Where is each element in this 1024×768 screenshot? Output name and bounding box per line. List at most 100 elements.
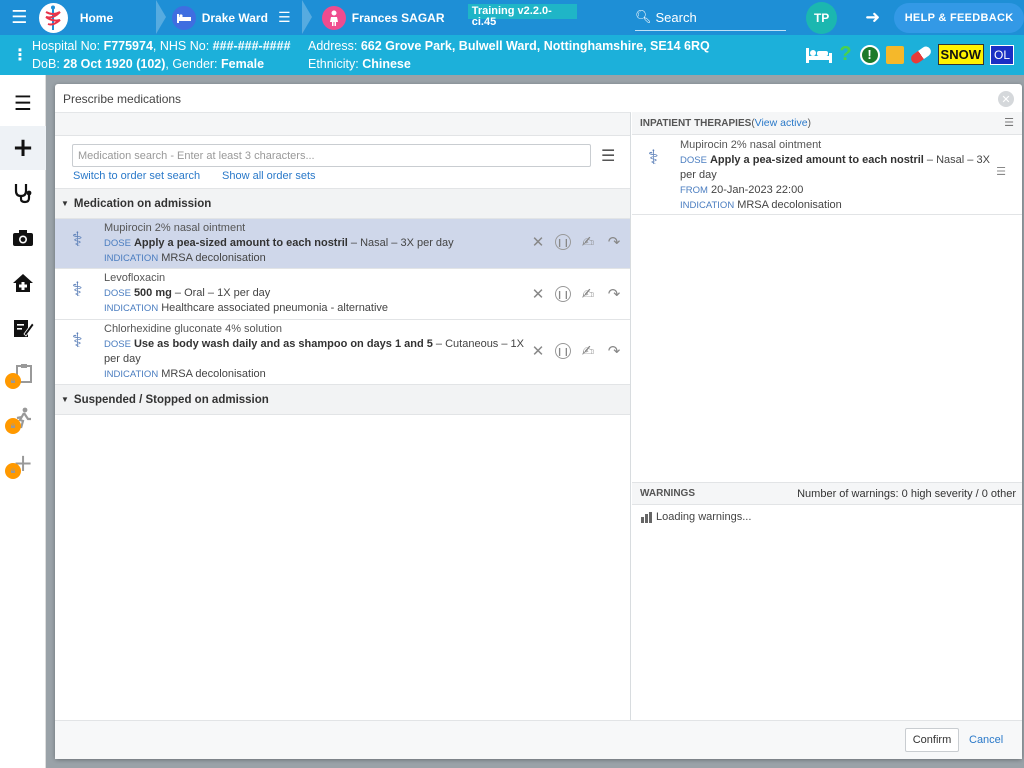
patient-banner: ⋮ Hospital No: F775974, NHS No: ###-###-… [0, 35, 1024, 75]
continue-arrow-icon[interactable]: ↷ [605, 285, 623, 303]
cancel-button[interactable]: Cancel [969, 734, 1003, 746]
suspend-icon[interactable]: ❙❙ [555, 234, 571, 250]
view-active-link[interactable]: View active [755, 117, 808, 129]
section-suspended-stopped[interactable]: ▼ Suspended / Stopped on admission [55, 385, 630, 415]
close-icon[interactable]: ✕ [998, 91, 1014, 107]
modal-footer: Confirm Cancel [55, 720, 1022, 759]
ward-menu-icon[interactable]: ☰ [278, 10, 291, 26]
female-patient-icon [321, 5, 346, 30]
medication-search-area: Medication search - Enter at least 3 cha… [55, 136, 630, 189]
indication-line: INDICATION Healthcare associated pneumoni… [104, 301, 630, 316]
continue-arrow-icon[interactable]: ↷ [605, 342, 623, 360]
therapy-item[interactable]: ⚕ Mupirocin 2% nasal ointment DOSE Apply … [632, 135, 1022, 215]
lock-icon: 🔒︎ [5, 373, 21, 389]
dob: 28 Oct 1920 (102) [63, 57, 166, 71]
list-icon[interactable]: ☰ [0, 81, 46, 125]
edit-prescribe-icon[interactable]: ✍ [579, 342, 597, 360]
medication-row[interactable]: ⚕ Mupirocin 2% nasal ointment DOSE Apply … [55, 219, 630, 269]
caduceus-logo-icon [45, 5, 61, 30]
medication-search-input[interactable]: Medication search - Enter at least 3 cha… [72, 144, 591, 167]
ethnicity-label: Ethnicity: [308, 57, 363, 71]
stethoscope-icon[interactable] [0, 171, 46, 215]
walking-locked-icon: 🔒︎ [0, 396, 46, 440]
medication-row[interactable]: ⚕ Chlorhexidine gluconate 4% solution DO… [55, 320, 630, 385]
remove-icon[interactable]: ✕ [529, 342, 547, 360]
dose-line: DOSE 500 mg – Oral – 1X per day [104, 286, 524, 301]
banner-demographics: DoB: 28 Oct 1920 (102), Gender: Female [32, 57, 264, 71]
dob-label: DoB: [32, 57, 64, 71]
dose-text: Apply a pea-sized amount to each nostril [709, 154, 924, 166]
route-text: – Oral – 1X per day [171, 287, 271, 299]
remove-icon[interactable]: ✕ [529, 285, 547, 303]
add-icon[interactable]: + [0, 126, 46, 170]
bed-icon [171, 5, 196, 30]
inpatient-therapies-pane: INPATIENT THERAPIES ( View active ) ☰ ⚕ … [632, 112, 1022, 720]
search-options-icon[interactable]: ☰ [601, 146, 615, 165]
medication-icon: ⚕ [72, 328, 83, 352]
help-feedback-button[interactable]: HELP & FEEDBACK [894, 2, 1024, 33]
lock-icon: 🔒︎ [5, 463, 21, 479]
prescribe-medications-modal: Prescribe medications ✕ Medication searc… [55, 84, 1022, 759]
breadcrumb-home[interactable]: Home [68, 0, 166, 35]
user-avatar[interactable]: TP [806, 1, 838, 34]
question-icon[interactable]: ? [838, 43, 854, 66]
switch-order-set-link[interactable]: Switch to order set search [73, 170, 200, 182]
loading-text: Loading warnings... [656, 511, 752, 523]
banner-ethnicity: Ethnicity: Chinese [308, 57, 411, 71]
home-health-icon[interactable] [0, 261, 46, 305]
lock-icon: 🔒︎ [5, 418, 21, 434]
from-text: 20-Jan-2023 22:00 [710, 184, 804, 196]
main-menu-icon[interactable]: ☰ [0, 0, 39, 35]
suspend-icon[interactable]: ❙❙ [555, 343, 571, 359]
caret-down-icon: ▼ [61, 199, 69, 208]
address-label: Address: [308, 39, 361, 53]
camera-icon[interactable] [0, 216, 46, 260]
dose-tag: DOSE [104, 238, 131, 249]
edit-document-icon[interactable] [0, 306, 46, 350]
logout-icon[interactable]: ➜ [865, 7, 880, 28]
suspend-icon[interactable]: ❙❙ [555, 286, 571, 302]
hospital-no-label: Hospital No: [32, 39, 104, 53]
edit-prescribe-icon[interactable]: ✍ [579, 233, 597, 251]
breadcrumb-ward[interactable]: Drake Ward ☰ [166, 0, 312, 35]
medication-icon: ⚕ [72, 277, 83, 301]
caret-down-icon: ▼ [61, 395, 69, 404]
continue-arrow-icon[interactable]: ↷ [605, 233, 623, 251]
therapy-indication-line: INDICATION MRSA decolonisation [680, 198, 992, 213]
inpatient-therapies-header: INPATIENT THERAPIES ( View active ) ☰ [632, 112, 1022, 135]
medication-list-pane: Medication search - Enter at least 3 cha… [55, 112, 631, 720]
confirm-button[interactable]: Confirm [905, 728, 959, 752]
dose-text: Apply a pea-sized amount to each nostril [133, 237, 348, 249]
remove-icon[interactable]: ✕ [529, 233, 547, 251]
banner-menu-icon[interactable]: ⋮ [12, 45, 28, 64]
therapies-menu-icon[interactable]: ☰ [1004, 116, 1014, 129]
row-actions: ✕ ❙❙ ✍ ↷ [529, 285, 623, 303]
indication-tag: INDICATION [104, 253, 159, 264]
ol-badge[interactable]: OL [989, 44, 1014, 65]
alert-icon[interactable]: ! [859, 44, 880, 65]
modal-title: Prescribe medications [63, 92, 182, 106]
address: 662 Grove Park, Bulwell Ward, Nottingham… [360, 39, 710, 53]
edit-prescribe-icon[interactable]: ✍ [579, 285, 597, 303]
medication-icon: ⚕ [72, 227, 83, 251]
training-badge: Training v2.2.0-ci.45 [467, 4, 577, 28]
medication-row[interactable]: ⚕ Levofloxacin DOSE 500 mg – Oral – 1X pe… [55, 269, 630, 320]
section-medication-on-admission[interactable]: ▼ Medication on admission [55, 189, 630, 219]
inpatient-title: INPATIENT THERAPIES [640, 117, 752, 129]
breadcrumb-patient[interactable]: Frances SAGAR [312, 0, 468, 35]
warnings-header: WARNINGS Number of warnings: 0 high seve… [632, 482, 1022, 505]
search-icon: 🔍︎ [635, 9, 652, 25]
snow-badge[interactable]: SNOW [937, 44, 984, 65]
app-logo[interactable] [38, 2, 68, 33]
documents-icon[interactable] [885, 45, 904, 64]
nhs-no-label: , NHS No: [152, 39, 213, 53]
top-bar: ☰ Home Drake Ward ☰ Frances SAGAR Traini… [0, 0, 1024, 35]
gender: Female [221, 57, 265, 71]
pill-icon[interactable] [908, 44, 933, 65]
show-all-order-sets-link[interactable]: Show all order sets [222, 170, 316, 182]
global-search[interactable]: 🔍︎ Search [635, 4, 787, 31]
therapy-menu-icon[interactable]: ☰ [996, 165, 1006, 178]
loading-icon [641, 511, 652, 523]
clipboard-locked-icon: 🔒︎ [0, 351, 46, 395]
bed-status-icon[interactable] [805, 46, 832, 64]
